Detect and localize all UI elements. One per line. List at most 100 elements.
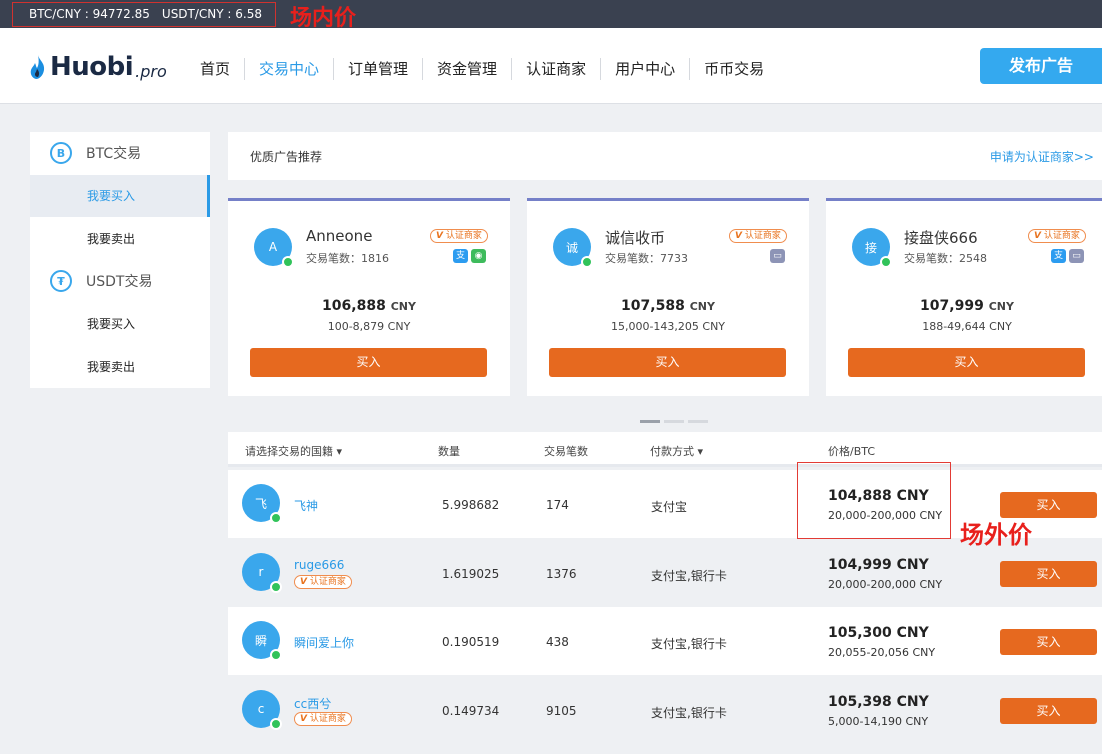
main-nav: 首页 交易中心 订单管理 资金管理 认证商家 用户中心 币币交易: [186, 58, 778, 80]
payment-methods: ▭: [767, 249, 785, 263]
nav-funds[interactable]: 资金管理: [423, 58, 513, 80]
recommend-title: 优质广告推荐: [250, 150, 323, 164]
online-status-icon: [270, 512, 282, 524]
buy-button[interactable]: 买入: [549, 348, 786, 377]
amount: 1.619025: [442, 567, 500, 581]
carousel-dot[interactable]: [640, 420, 660, 423]
certified-merchant-badge: V 认证商家: [430, 229, 488, 243]
sidebar-section-label: BTC交易: [86, 146, 142, 162]
bank-card-icon: ▭: [1069, 249, 1084, 263]
col-amount: 数量: [438, 445, 460, 458]
avatar[interactable]: 飞: [242, 484, 282, 524]
online-status-icon: [282, 256, 294, 268]
price: 104,999 CNY: [828, 557, 929, 573]
carousel-pager: [640, 420, 712, 423]
publish-ad-button[interactable]: 发布广告: [980, 48, 1102, 84]
sidebar-item-usdt-buy[interactable]: 我要买入: [30, 303, 210, 345]
carousel-dot[interactable]: [688, 420, 708, 423]
table-row: 瞬 瞬间爱上你 0.190519 438 支付宝,银行卡 105,300 CNY…: [228, 607, 1102, 675]
ad-limit-range: 15,000-143,205 CNY: [610, 320, 726, 333]
featured-ad-card: 诚 诚信收币 交易笔数：7733 V 认证商家 ▭ 107,588 CNY 15…: [527, 198, 809, 396]
usdt-cny-price: USDT/CNY : 6.58: [161, 7, 262, 21]
buy-button[interactable]: 买入: [1000, 629, 1097, 655]
sidebar-section-usdt: ₮ USDT交易: [30, 260, 210, 302]
payment-methods: 支 ◉: [450, 249, 486, 263]
payment-method: 支付宝: [651, 500, 688, 514]
limit-range: 20,055-20,056 CNY: [828, 646, 936, 659]
nav-user-center[interactable]: 用户中心: [601, 58, 691, 80]
merchant-name[interactable]: ruge666: [294, 558, 344, 572]
ad-table-header: 请选择交易的国籍 ▾ 数量 交易笔数 付款方式 ▾ 价格/BTC: [228, 432, 1102, 467]
carousel-dot[interactable]: [664, 420, 684, 423]
tether-icon: ₮: [50, 270, 72, 292]
price: 105,398 CNY: [828, 694, 929, 710]
nav-coin-trading[interactable]: 币币交易: [690, 58, 778, 80]
limit-range: 20,000-200,000 CNY: [828, 578, 943, 591]
buy-button[interactable]: 买入: [848, 348, 1085, 377]
ad-limit-range: 188-49,644 CNY: [922, 320, 1012, 333]
payment-methods: 支 ▭: [1048, 249, 1084, 263]
merchant-name[interactable]: cc西兮: [294, 695, 331, 712]
site-header: Huobi .pro 首页 交易中心 订单管理 资金管理 认证商家 用户中心 币…: [0, 28, 1102, 104]
price-ticker-bar: BTC/CNY : 94772.85 USDT/CNY : 6.58: [0, 0, 1102, 28]
avatar[interactable]: 诚: [553, 228, 593, 268]
certified-merchant-badge: V 认证商家: [294, 575, 352, 589]
limit-range: 5,000-14,190 CNY: [828, 715, 929, 728]
amount: 5.998682: [442, 498, 500, 512]
featured-ad-card: 接 接盘侠666 交易笔数：2548 V 认证商家 支 ▭ 107,999 CN…: [826, 198, 1102, 396]
amount: 0.190519: [442, 635, 500, 649]
sidebar-section-label: USDT交易: [86, 274, 153, 290]
avatar[interactable]: r: [242, 553, 282, 593]
buy-button[interactable]: 买入: [250, 348, 487, 377]
merchant-name[interactable]: Anneone: [306, 227, 372, 245]
alipay-icon: 支: [453, 249, 468, 263]
trade-count: 438: [546, 635, 569, 649]
apply-merchant-link[interactable]: 申请为认证商家>>: [990, 148, 1094, 165]
merchant-name[interactable]: 飞神: [294, 497, 318, 514]
nav-trading-center[interactable]: 交易中心: [245, 58, 335, 80]
certified-merchant-badge: V 认证商家: [294, 712, 352, 726]
price: 105,300 CNY: [828, 625, 929, 641]
sidebar-section-btc: B BTC交易: [30, 132, 210, 174]
huobi-logo[interactable]: Huobi .pro: [30, 52, 167, 82]
avatar[interactable]: A: [254, 228, 294, 268]
trade-count: 174: [546, 498, 569, 512]
featured-ad-card: A Anneone 交易笔数：1816 V 认证商家 支 ◉ 106,888 C…: [228, 198, 510, 396]
sidebar-item-usdt-sell[interactable]: 我要卖出: [30, 346, 210, 388]
nav-home[interactable]: 首页: [186, 58, 246, 80]
buy-button[interactable]: 买入: [1000, 561, 1097, 587]
merchant-name[interactable]: 瞬间爱上你: [294, 634, 354, 651]
online-status-icon: [880, 256, 892, 268]
merchant-name[interactable]: 诚信收币: [605, 227, 665, 248]
payment-filter-dropdown[interactable]: 付款方式 ▾: [650, 443, 703, 459]
outer-price-annotation: 场外价: [960, 521, 1032, 549]
avatar[interactable]: c: [242, 690, 282, 730]
col-trades: 交易笔数: [544, 445, 588, 458]
sidebar-item-btc-sell[interactable]: 我要卖出: [30, 218, 210, 260]
table-row: c cc西兮 V 认证商家 0.149734 9105 支付宝,银行卡 105,…: [228, 676, 1102, 744]
logo-text: Huobi: [50, 52, 134, 82]
caret-down-icon: ▾: [697, 445, 704, 458]
wechat-pay-icon: ◉: [471, 249, 486, 263]
country-filter-dropdown[interactable]: 请选择交易的国籍 ▾: [245, 443, 342, 459]
sidebar-item-btc-buy[interactable]: 我要买入: [30, 175, 210, 217]
trade-count: 交易笔数：2548: [904, 252, 987, 265]
alipay-icon: 支: [1051, 249, 1066, 263]
nav-orders[interactable]: 订单管理: [334, 58, 424, 80]
outer-price-highlight-box: [797, 462, 951, 539]
online-status-icon: [270, 718, 282, 730]
certified-merchant-badge: V 认证商家: [1028, 229, 1086, 243]
payment-method: 支付宝,银行卡: [651, 637, 727, 651]
ad-price: 106,888 CNY: [322, 298, 416, 314]
avatar[interactable]: 瞬: [242, 621, 282, 661]
col-price: 价格/BTC: [828, 445, 876, 458]
merchant-name[interactable]: 接盘侠666: [904, 227, 978, 248]
certified-merchant-badge: V 认证商家: [729, 229, 787, 243]
amount: 0.149734: [442, 704, 500, 718]
buy-button[interactable]: 买入: [1000, 698, 1097, 724]
nav-certified-merchant[interactable]: 认证商家: [512, 58, 602, 80]
sidebar: B BTC交易 我要买入 我要卖出 ₮ USDT交易 我要买入 我要卖出: [30, 132, 210, 388]
ad-price: 107,999 CNY: [920, 298, 1014, 314]
caret-down-icon: ▾: [336, 445, 343, 458]
avatar[interactable]: 接: [852, 228, 892, 268]
